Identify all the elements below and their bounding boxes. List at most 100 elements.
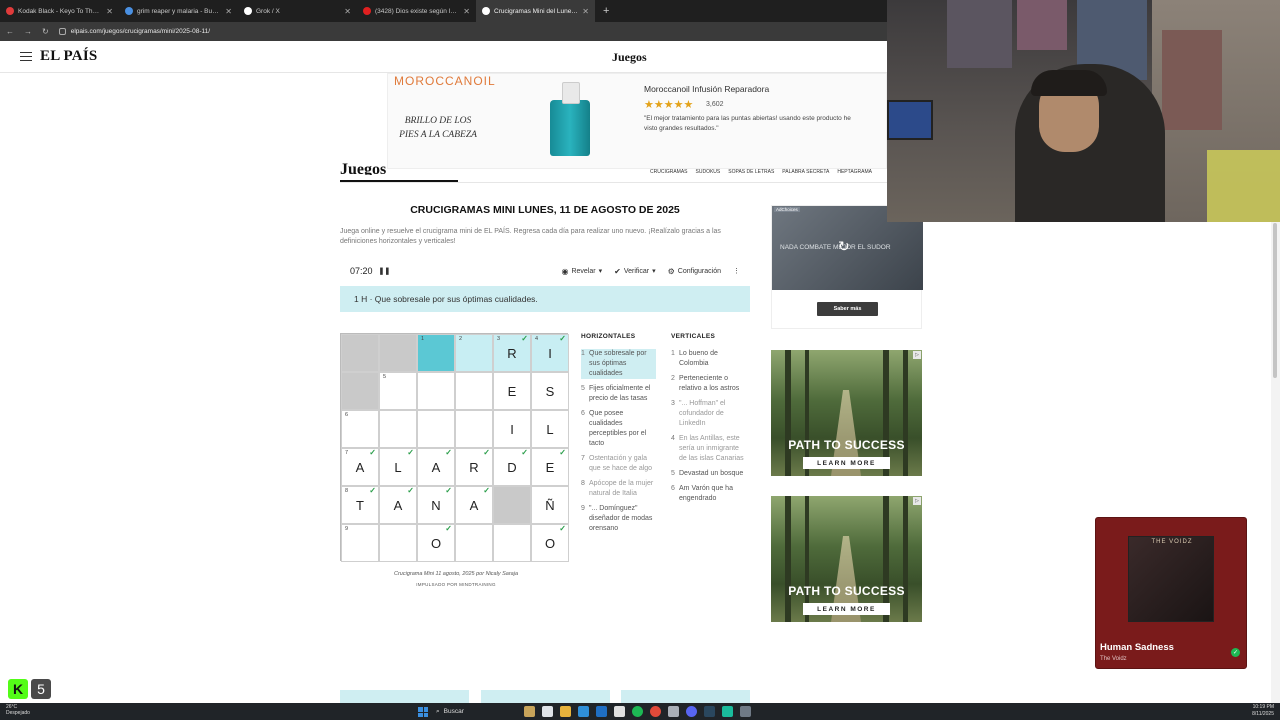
more-options-icon[interactable]: ⋮ <box>733 267 740 275</box>
grid-cell[interactable]: O ✓ <box>417 524 455 562</box>
mail-icon[interactable] <box>596 706 607 717</box>
clue-item[interactable]: 5 Fijes oficialmente el precio de las tas… <box>581 384 656 404</box>
close-icon[interactable]: ✕ <box>582 7 589 16</box>
bottom-button[interactable] <box>621 690 750 703</box>
clue-item[interactable]: 1 Que sobresale por sus óptimas cualidade… <box>581 349 656 379</box>
verify-button[interactable]: ✔ Verificar ▾ <box>614 267 656 276</box>
grid-cell[interactable]: D ✓ <box>493 448 531 486</box>
app-icon[interactable] <box>524 706 535 717</box>
settings-button[interactable]: ⚙ Configuración <box>668 267 721 276</box>
games-nav-link[interactable]: CRUCIGRAMAS <box>650 169 688 175</box>
grid-cell[interactable] <box>493 524 531 562</box>
grid-cell[interactable]: 6 <box>341 410 379 448</box>
adchoices-label[interactable]: AdChoices <box>774 207 800 212</box>
browser-tab[interactable]: grim reaper y malaria - Buscar ✕ <box>119 0 238 22</box>
close-icon[interactable]: ✕ <box>225 7 232 16</box>
clue-item[interactable]: 4 En las Antillas, este sería un inmigran… <box>671 434 746 464</box>
app-icon[interactable] <box>542 706 553 717</box>
clue-item[interactable]: 2 Perteneciente o relativo a los astros <box>671 374 746 394</box>
clue-item[interactable]: 1 Lo bueno de Colombia <box>671 349 746 369</box>
site-info-icon[interactable] <box>58 28 66 35</box>
weather-widget[interactable]: 26°C Despejado <box>6 704 30 716</box>
grid-cell[interactable]: L <box>531 410 569 448</box>
grid-cell[interactable]: L ✓ <box>379 448 417 486</box>
url-field[interactable]: elpais.com/juegos/crucigramas/mini/2025-… <box>58 28 210 35</box>
grid-cell[interactable]: 1 <box>417 334 455 372</box>
grid-cell[interactable]: 7 A ✓ <box>341 448 379 486</box>
grid-cell[interactable]: E <box>493 372 531 410</box>
menu-icon[interactable] <box>20 52 32 61</box>
discord-icon[interactable] <box>686 706 697 717</box>
grid-cell[interactable]: A ✓ <box>379 486 417 524</box>
forest-ad-2[interactable]: ▷ PATH TO SUCCESS LEARN MORE <box>771 496 922 622</box>
browser-tab[interactable]: (3428) Dios existe según la cie ✕ <box>357 0 476 22</box>
clue-item[interactable]: 7 Ostentación y gala que se hace de algo <box>581 454 656 474</box>
forest-ad-button[interactable]: LEARN MORE <box>803 457 890 469</box>
clue-item[interactable]: 9 "... Domínguez" diseñador de modas oren… <box>581 504 656 534</box>
ad-info-icon[interactable]: ▷ <box>913 497 921 505</box>
ad-info-icon[interactable]: ▷ <box>913 351 921 359</box>
games-nav-link[interactable]: SUDOKUS <box>696 169 721 175</box>
grid-cell[interactable]: 3 R ✓ <box>493 334 531 372</box>
windows-start-icon[interactable] <box>418 707 428 717</box>
reload-icon[interactable]: ↻ <box>42 27 49 36</box>
grid-cell[interactable] <box>379 524 417 562</box>
taskbar-search[interactable]: ⌕ Buscar <box>436 706 516 717</box>
grid-cell[interactable] <box>417 372 455 410</box>
clue-item[interactable]: 6 Que posee cualidades perceptibles por e… <box>581 409 656 449</box>
grid-cell[interactable]: R ✓ <box>455 448 493 486</box>
grid-cell[interactable]: 5 <box>379 372 417 410</box>
side-advertisement[interactable]: AdChoices NADA COMBATE MEJOR EL SUDOR ↻ … <box>771 205 923 329</box>
close-icon[interactable]: ✕ <box>344 7 351 16</box>
grid-cell[interactable]: A ✓ <box>455 486 493 524</box>
grid-cell[interactable]: 9 <box>341 524 379 562</box>
clue-item[interactable]: 6 Am Varón que ha engendrado <box>671 484 746 504</box>
grid-cell[interactable]: 4 I ✓ <box>531 334 569 372</box>
forward-icon[interactable]: → <box>24 27 32 36</box>
grid-cell[interactable]: A ✓ <box>417 448 455 486</box>
grid-cell[interactable] <box>455 372 493 410</box>
edge-icon[interactable] <box>578 706 589 717</box>
bottom-button[interactable] <box>481 690 610 703</box>
folder-icon[interactable] <box>560 706 571 717</box>
chrome-icon[interactable] <box>650 706 661 717</box>
top-advertisement[interactable]: MOROCCANOIL BRILLO DE LOS PIES A LA CABE… <box>387 73 887 169</box>
steam-icon[interactable] <box>704 706 715 717</box>
close-icon[interactable]: ✕ <box>106 7 113 16</box>
new-tab-button[interactable]: + <box>595 5 617 17</box>
grid-cell[interactable]: O ✓ <box>531 524 569 562</box>
learn-more-button[interactable]: Saber más <box>817 302 878 316</box>
games-nav-link[interactable]: PALABRA SECRETA <box>782 169 829 175</box>
grid-cell[interactable]: E ✓ <box>531 448 569 486</box>
app-icon[interactable] <box>740 706 751 717</box>
clue-item[interactable]: 3 "... Hoffman" el cofundador de LinkedIn <box>671 399 746 429</box>
games-nav-link[interactable]: SOPAS DE LETRAS <box>728 169 774 175</box>
grid-cell[interactable]: 8 T ✓ <box>341 486 379 524</box>
forest-ad-1[interactable]: ▷ PATH TO SUCCESS LEARN MORE <box>771 350 922 476</box>
app-icon[interactable] <box>668 706 679 717</box>
scrollbar-thumb[interactable] <box>1273 223 1277 378</box>
games-nav-link[interactable]: HEPTAGRAMA <box>837 169 872 175</box>
browser-tab[interactable]: Grok / X ✕ <box>238 0 357 22</box>
grid-cell[interactable]: N ✓ <box>417 486 455 524</box>
spotify-icon[interactable] <box>632 706 643 717</box>
clue-item[interactable]: 8 Apócope de la mujer natural de Italia <box>581 479 656 499</box>
replay-icon[interactable]: ↻ <box>838 238 850 255</box>
grid-cell[interactable] <box>379 410 417 448</box>
site-logo[interactable]: EL PAÍS <box>40 48 97 65</box>
grid-cell[interactable] <box>455 410 493 448</box>
browser-tab[interactable]: Kodak Black - Keyo To The City ✕ <box>0 0 119 22</box>
grid-cell[interactable] <box>455 524 493 562</box>
pause-icon[interactable]: ❚❚ <box>379 267 391 275</box>
grid-cell[interactable]: Ñ <box>531 486 569 524</box>
system-clock[interactable]: 10:19 PM 8/11/2025 <box>1252 704 1274 718</box>
bottom-button[interactable] <box>340 690 469 703</box>
grid-cell[interactable] <box>417 410 455 448</box>
now-playing-widget[interactable]: THE VOIDZ Human Sadness The Voidz ✓ <box>1095 517 1247 669</box>
grid-cell[interactable]: I <box>493 410 531 448</box>
forest-ad-button[interactable]: LEARN MORE <box>803 603 890 615</box>
grid-cell[interactable]: 2 <box>455 334 493 372</box>
section-title[interactable]: Juegos <box>612 50 647 65</box>
browser-tab[interactable]: Crucigramas Mini del Lunes, 11 ✕ <box>476 0 595 22</box>
app-icon[interactable] <box>614 706 625 717</box>
